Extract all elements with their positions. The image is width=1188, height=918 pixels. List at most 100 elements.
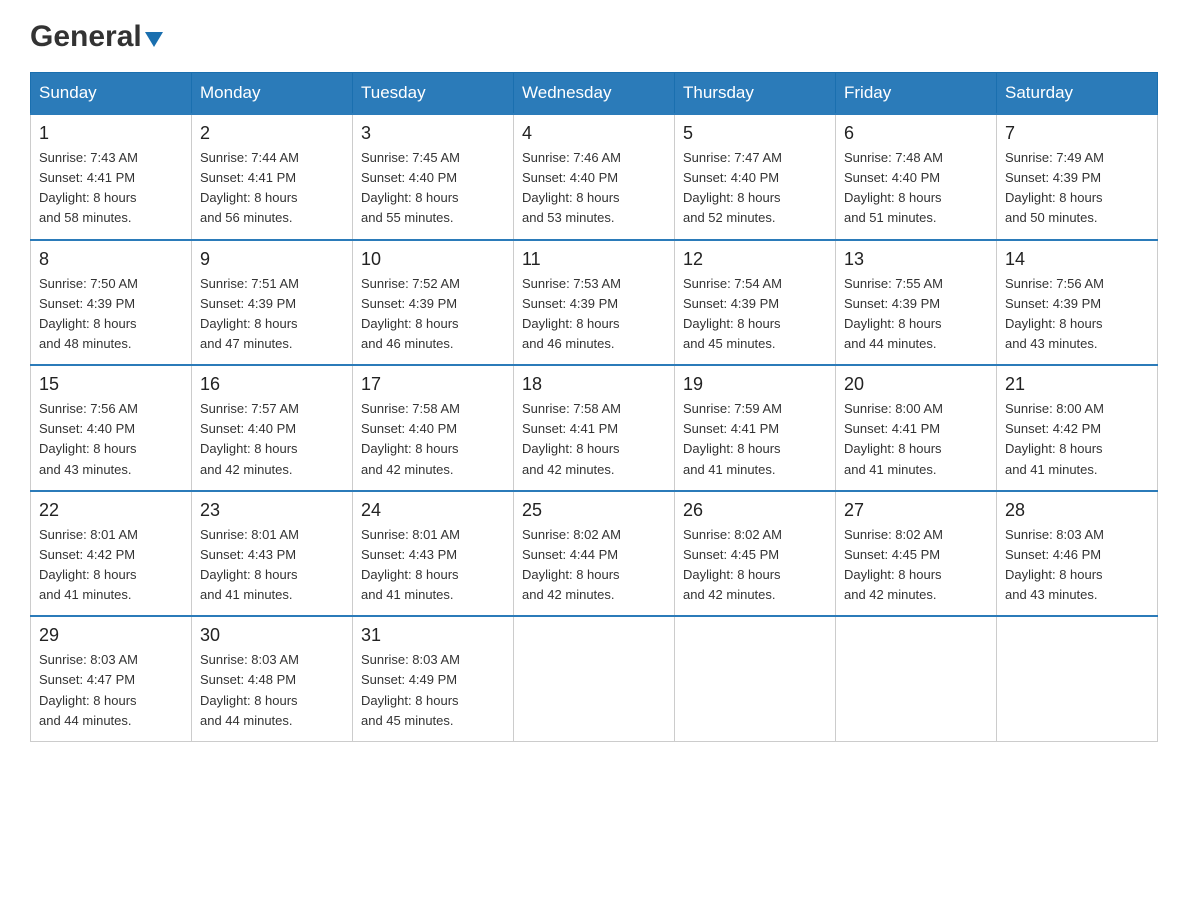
calendar-cell: 1 Sunrise: 7:43 AMSunset: 4:41 PMDayligh… bbox=[31, 114, 192, 240]
calendar-cell: 2 Sunrise: 7:44 AMSunset: 4:41 PMDayligh… bbox=[192, 114, 353, 240]
weekday-header-wednesday: Wednesday bbox=[514, 73, 675, 115]
day-number: 22 bbox=[39, 500, 183, 521]
day-number: 25 bbox=[522, 500, 666, 521]
day-info: Sunrise: 7:46 AMSunset: 4:40 PMDaylight:… bbox=[522, 148, 666, 229]
calendar-cell: 19 Sunrise: 7:59 AMSunset: 4:41 PMDaylig… bbox=[675, 365, 836, 491]
header: General bbox=[30, 20, 1158, 52]
day-info: Sunrise: 7:45 AMSunset: 4:40 PMDaylight:… bbox=[361, 148, 505, 229]
weekday-header-friday: Friday bbox=[836, 73, 997, 115]
calendar-cell: 12 Sunrise: 7:54 AMSunset: 4:39 PMDaylig… bbox=[675, 240, 836, 366]
week-row-3: 15 Sunrise: 7:56 AMSunset: 4:40 PMDaylig… bbox=[31, 365, 1158, 491]
day-info: Sunrise: 8:03 AMSunset: 4:49 PMDaylight:… bbox=[361, 650, 505, 731]
week-row-2: 8 Sunrise: 7:50 AMSunset: 4:39 PMDayligh… bbox=[31, 240, 1158, 366]
calendar-cell: 24 Sunrise: 8:01 AMSunset: 4:43 PMDaylig… bbox=[353, 491, 514, 617]
day-number: 26 bbox=[683, 500, 827, 521]
calendar-cell: 6 Sunrise: 7:48 AMSunset: 4:40 PMDayligh… bbox=[836, 114, 997, 240]
calendar-cell: 5 Sunrise: 7:47 AMSunset: 4:40 PMDayligh… bbox=[675, 114, 836, 240]
day-number: 29 bbox=[39, 625, 183, 646]
day-info: Sunrise: 7:50 AMSunset: 4:39 PMDaylight:… bbox=[39, 274, 183, 355]
calendar-cell: 15 Sunrise: 7:56 AMSunset: 4:40 PMDaylig… bbox=[31, 365, 192, 491]
day-number: 17 bbox=[361, 374, 505, 395]
calendar-cell: 23 Sunrise: 8:01 AMSunset: 4:43 PMDaylig… bbox=[192, 491, 353, 617]
calendar-cell: 18 Sunrise: 7:58 AMSunset: 4:41 PMDaylig… bbox=[514, 365, 675, 491]
calendar-cell: 10 Sunrise: 7:52 AMSunset: 4:39 PMDaylig… bbox=[353, 240, 514, 366]
day-info: Sunrise: 8:01 AMSunset: 4:43 PMDaylight:… bbox=[361, 525, 505, 606]
day-number: 7 bbox=[1005, 123, 1149, 144]
day-info: Sunrise: 8:02 AMSunset: 4:45 PMDaylight:… bbox=[844, 525, 988, 606]
day-info: Sunrise: 7:51 AMSunset: 4:39 PMDaylight:… bbox=[200, 274, 344, 355]
calendar-cell bbox=[514, 616, 675, 741]
day-number: 13 bbox=[844, 249, 988, 270]
day-number: 16 bbox=[200, 374, 344, 395]
calendar-cell: 3 Sunrise: 7:45 AMSunset: 4:40 PMDayligh… bbox=[353, 114, 514, 240]
logo-general: General bbox=[30, 20, 142, 54]
week-row-5: 29 Sunrise: 8:03 AMSunset: 4:47 PMDaylig… bbox=[31, 616, 1158, 741]
calendar-cell: 27 Sunrise: 8:02 AMSunset: 4:45 PMDaylig… bbox=[836, 491, 997, 617]
day-number: 15 bbox=[39, 374, 183, 395]
calendar-cell: 20 Sunrise: 8:00 AMSunset: 4:41 PMDaylig… bbox=[836, 365, 997, 491]
weekday-header-saturday: Saturday bbox=[997, 73, 1158, 115]
calendar-cell: 14 Sunrise: 7:56 AMSunset: 4:39 PMDaylig… bbox=[997, 240, 1158, 366]
calendar-cell: 26 Sunrise: 8:02 AMSunset: 4:45 PMDaylig… bbox=[675, 491, 836, 617]
day-info: Sunrise: 8:03 AMSunset: 4:48 PMDaylight:… bbox=[200, 650, 344, 731]
calendar-cell: 21 Sunrise: 8:00 AMSunset: 4:42 PMDaylig… bbox=[997, 365, 1158, 491]
calendar-cell: 7 Sunrise: 7:49 AMSunset: 4:39 PMDayligh… bbox=[997, 114, 1158, 240]
day-number: 14 bbox=[1005, 249, 1149, 270]
day-number: 21 bbox=[1005, 374, 1149, 395]
day-info: Sunrise: 7:43 AMSunset: 4:41 PMDaylight:… bbox=[39, 148, 183, 229]
weekday-header-monday: Monday bbox=[192, 73, 353, 115]
calendar-cell bbox=[675, 616, 836, 741]
day-info: Sunrise: 8:01 AMSunset: 4:43 PMDaylight:… bbox=[200, 525, 344, 606]
day-number: 28 bbox=[1005, 500, 1149, 521]
calendar-cell: 8 Sunrise: 7:50 AMSunset: 4:39 PMDayligh… bbox=[31, 240, 192, 366]
calendar: SundayMondayTuesdayWednesdayThursdayFrid… bbox=[30, 72, 1158, 742]
day-info: Sunrise: 7:53 AMSunset: 4:39 PMDaylight:… bbox=[522, 274, 666, 355]
day-info: Sunrise: 7:59 AMSunset: 4:41 PMDaylight:… bbox=[683, 399, 827, 480]
week-row-1: 1 Sunrise: 7:43 AMSunset: 4:41 PMDayligh… bbox=[31, 114, 1158, 240]
calendar-cell: 4 Sunrise: 7:46 AMSunset: 4:40 PMDayligh… bbox=[514, 114, 675, 240]
calendar-cell bbox=[997, 616, 1158, 741]
day-info: Sunrise: 8:03 AMSunset: 4:47 PMDaylight:… bbox=[39, 650, 183, 731]
day-number: 24 bbox=[361, 500, 505, 521]
logo: General bbox=[30, 20, 163, 52]
day-info: Sunrise: 7:49 AMSunset: 4:39 PMDaylight:… bbox=[1005, 148, 1149, 229]
day-number: 18 bbox=[522, 374, 666, 395]
day-info: Sunrise: 7:56 AMSunset: 4:39 PMDaylight:… bbox=[1005, 274, 1149, 355]
day-info: Sunrise: 7:48 AMSunset: 4:40 PMDaylight:… bbox=[844, 148, 988, 229]
day-info: Sunrise: 8:00 AMSunset: 4:41 PMDaylight:… bbox=[844, 399, 988, 480]
day-number: 8 bbox=[39, 249, 183, 270]
day-number: 20 bbox=[844, 374, 988, 395]
day-number: 4 bbox=[522, 123, 666, 144]
day-number: 23 bbox=[200, 500, 344, 521]
day-info: Sunrise: 8:02 AMSunset: 4:44 PMDaylight:… bbox=[522, 525, 666, 606]
day-info: Sunrise: 7:57 AMSunset: 4:40 PMDaylight:… bbox=[200, 399, 344, 480]
calendar-cell: 22 Sunrise: 8:01 AMSunset: 4:42 PMDaylig… bbox=[31, 491, 192, 617]
calendar-cell: 16 Sunrise: 7:57 AMSunset: 4:40 PMDaylig… bbox=[192, 365, 353, 491]
day-number: 11 bbox=[522, 249, 666, 270]
day-info: Sunrise: 7:56 AMSunset: 4:40 PMDaylight:… bbox=[39, 399, 183, 480]
weekday-header-tuesday: Tuesday bbox=[353, 73, 514, 115]
calendar-cell: 30 Sunrise: 8:03 AMSunset: 4:48 PMDaylig… bbox=[192, 616, 353, 741]
day-number: 9 bbox=[200, 249, 344, 270]
day-number: 12 bbox=[683, 249, 827, 270]
calendar-cell: 9 Sunrise: 7:51 AMSunset: 4:39 PMDayligh… bbox=[192, 240, 353, 366]
day-number: 3 bbox=[361, 123, 505, 144]
day-info: Sunrise: 7:44 AMSunset: 4:41 PMDaylight:… bbox=[200, 148, 344, 229]
week-row-4: 22 Sunrise: 8:01 AMSunset: 4:42 PMDaylig… bbox=[31, 491, 1158, 617]
day-info: Sunrise: 8:03 AMSunset: 4:46 PMDaylight:… bbox=[1005, 525, 1149, 606]
calendar-cell: 28 Sunrise: 8:03 AMSunset: 4:46 PMDaylig… bbox=[997, 491, 1158, 617]
day-number: 10 bbox=[361, 249, 505, 270]
day-number: 31 bbox=[361, 625, 505, 646]
calendar-cell: 25 Sunrise: 8:02 AMSunset: 4:44 PMDaylig… bbox=[514, 491, 675, 617]
day-info: Sunrise: 8:00 AMSunset: 4:42 PMDaylight:… bbox=[1005, 399, 1149, 480]
day-info: Sunrise: 7:58 AMSunset: 4:40 PMDaylight:… bbox=[361, 399, 505, 480]
day-number: 1 bbox=[39, 123, 183, 144]
logo-triangle-icon bbox=[145, 32, 163, 47]
day-info: Sunrise: 7:55 AMSunset: 4:39 PMDaylight:… bbox=[844, 274, 988, 355]
weekday-header-row: SundayMondayTuesdayWednesdayThursdayFrid… bbox=[31, 73, 1158, 115]
day-number: 5 bbox=[683, 123, 827, 144]
day-number: 30 bbox=[200, 625, 344, 646]
day-info: Sunrise: 7:47 AMSunset: 4:40 PMDaylight:… bbox=[683, 148, 827, 229]
day-number: 19 bbox=[683, 374, 827, 395]
weekday-header-sunday: Sunday bbox=[31, 73, 192, 115]
